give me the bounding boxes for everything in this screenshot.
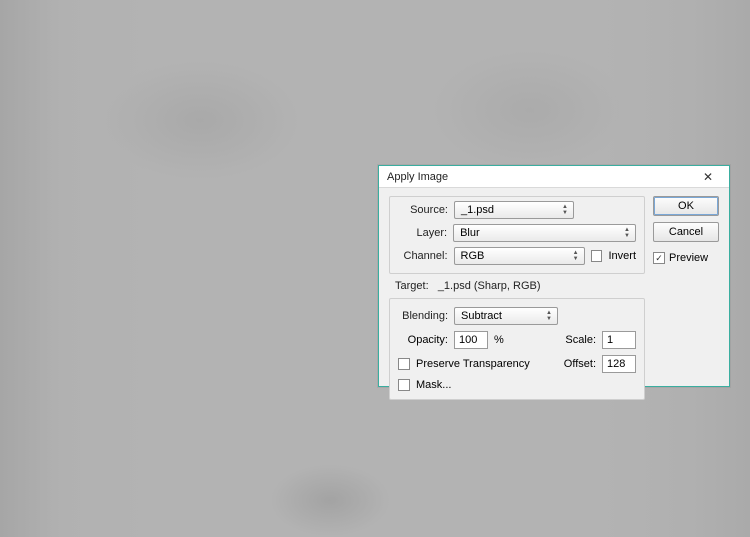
scale-input[interactable]: 1 xyxy=(602,331,636,349)
scale-value: 1 xyxy=(607,334,613,346)
apply-image-dialog: Apply Image ✕ OK Cancel ✓ Preview Source… xyxy=(378,165,730,387)
cancel-button[interactable]: Cancel xyxy=(653,222,719,242)
blending-groupbox: Blending: Subtract ▲▼ Opacity: 100 % Sca… xyxy=(389,298,645,400)
mask-label: Mask... xyxy=(416,379,451,391)
updown-icon: ▲▼ xyxy=(559,203,571,217)
dialog-titlebar[interactable]: Apply Image ✕ xyxy=(379,166,729,188)
source-groupbox: Source: _1.psd ▲▼ Layer: Blur ▲▼ Channel… xyxy=(389,196,645,274)
opacity-suffix: % xyxy=(494,334,504,346)
cancel-button-label: Cancel xyxy=(669,226,703,238)
preview-row: ✓ Preview xyxy=(653,252,719,264)
channel-select[interactable]: RGB ▲▼ xyxy=(454,247,585,265)
channel-value: RGB xyxy=(461,250,485,262)
preview-checkbox[interactable]: ✓ xyxy=(653,252,665,264)
target-line: Target: _1.psd (Sharp, RGB) xyxy=(395,280,719,292)
target-label: Target: xyxy=(395,280,429,292)
close-button[interactable]: ✕ xyxy=(691,168,725,186)
preserve-transparency-checkbox[interactable] xyxy=(398,358,410,370)
offset-value: 128 xyxy=(607,358,625,370)
layer-value: Blur xyxy=(460,227,480,239)
dialog-body: OK Cancel ✓ Preview Source: _1.psd ▲▼ La… xyxy=(379,188,729,386)
mask-checkbox[interactable] xyxy=(398,379,410,391)
invert-label: Invert xyxy=(608,250,636,262)
layer-label: Layer: xyxy=(398,227,447,239)
preserve-transparency-label: Preserve Transparency xyxy=(416,358,530,370)
channel-label: Channel: xyxy=(398,250,448,262)
close-icon: ✕ xyxy=(703,170,713,184)
invert-checkbox[interactable] xyxy=(591,250,603,262)
blending-value: Subtract xyxy=(461,310,502,322)
blending-select[interactable]: Subtract ▲▼ xyxy=(454,307,558,325)
dialog-buttons-column: OK Cancel ✓ Preview xyxy=(653,196,719,264)
updown-icon: ▲▼ xyxy=(621,226,633,240)
target-value: _1.psd (Sharp, RGB) xyxy=(438,280,541,292)
ok-button-label: OK xyxy=(678,200,694,212)
updown-icon: ▲▼ xyxy=(543,309,555,323)
ok-button[interactable]: OK xyxy=(653,196,719,216)
dialog-title: Apply Image xyxy=(387,171,691,183)
layer-select[interactable]: Blur ▲▼ xyxy=(453,224,636,242)
offset-input[interactable]: 128 xyxy=(602,355,636,373)
source-label: Source: xyxy=(398,204,448,216)
blending-label: Blending: xyxy=(398,310,448,322)
opacity-value: 100 xyxy=(459,334,477,346)
source-value: _1.psd xyxy=(461,204,494,216)
preview-label: Preview xyxy=(669,252,708,264)
opacity-input[interactable]: 100 xyxy=(454,331,488,349)
updown-icon: ▲▼ xyxy=(570,249,582,263)
offset-label: Offset: xyxy=(564,358,596,370)
opacity-label: Opacity: xyxy=(398,334,448,346)
scale-label: Scale: xyxy=(565,334,596,346)
source-select[interactable]: _1.psd ▲▼ xyxy=(454,201,574,219)
